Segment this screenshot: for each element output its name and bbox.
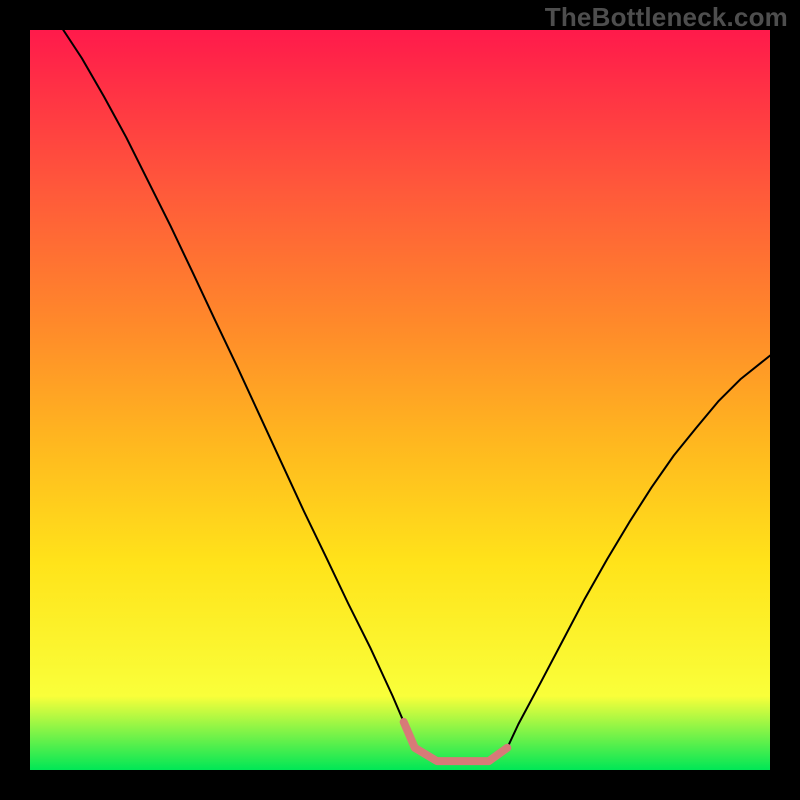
- watermark-text: TheBottleneck.com: [545, 2, 788, 33]
- chart-svg: [30, 30, 770, 770]
- plot-area: [30, 30, 770, 770]
- chart-frame: TheBottleneck.com: [0, 0, 800, 800]
- gradient-background: [30, 30, 770, 770]
